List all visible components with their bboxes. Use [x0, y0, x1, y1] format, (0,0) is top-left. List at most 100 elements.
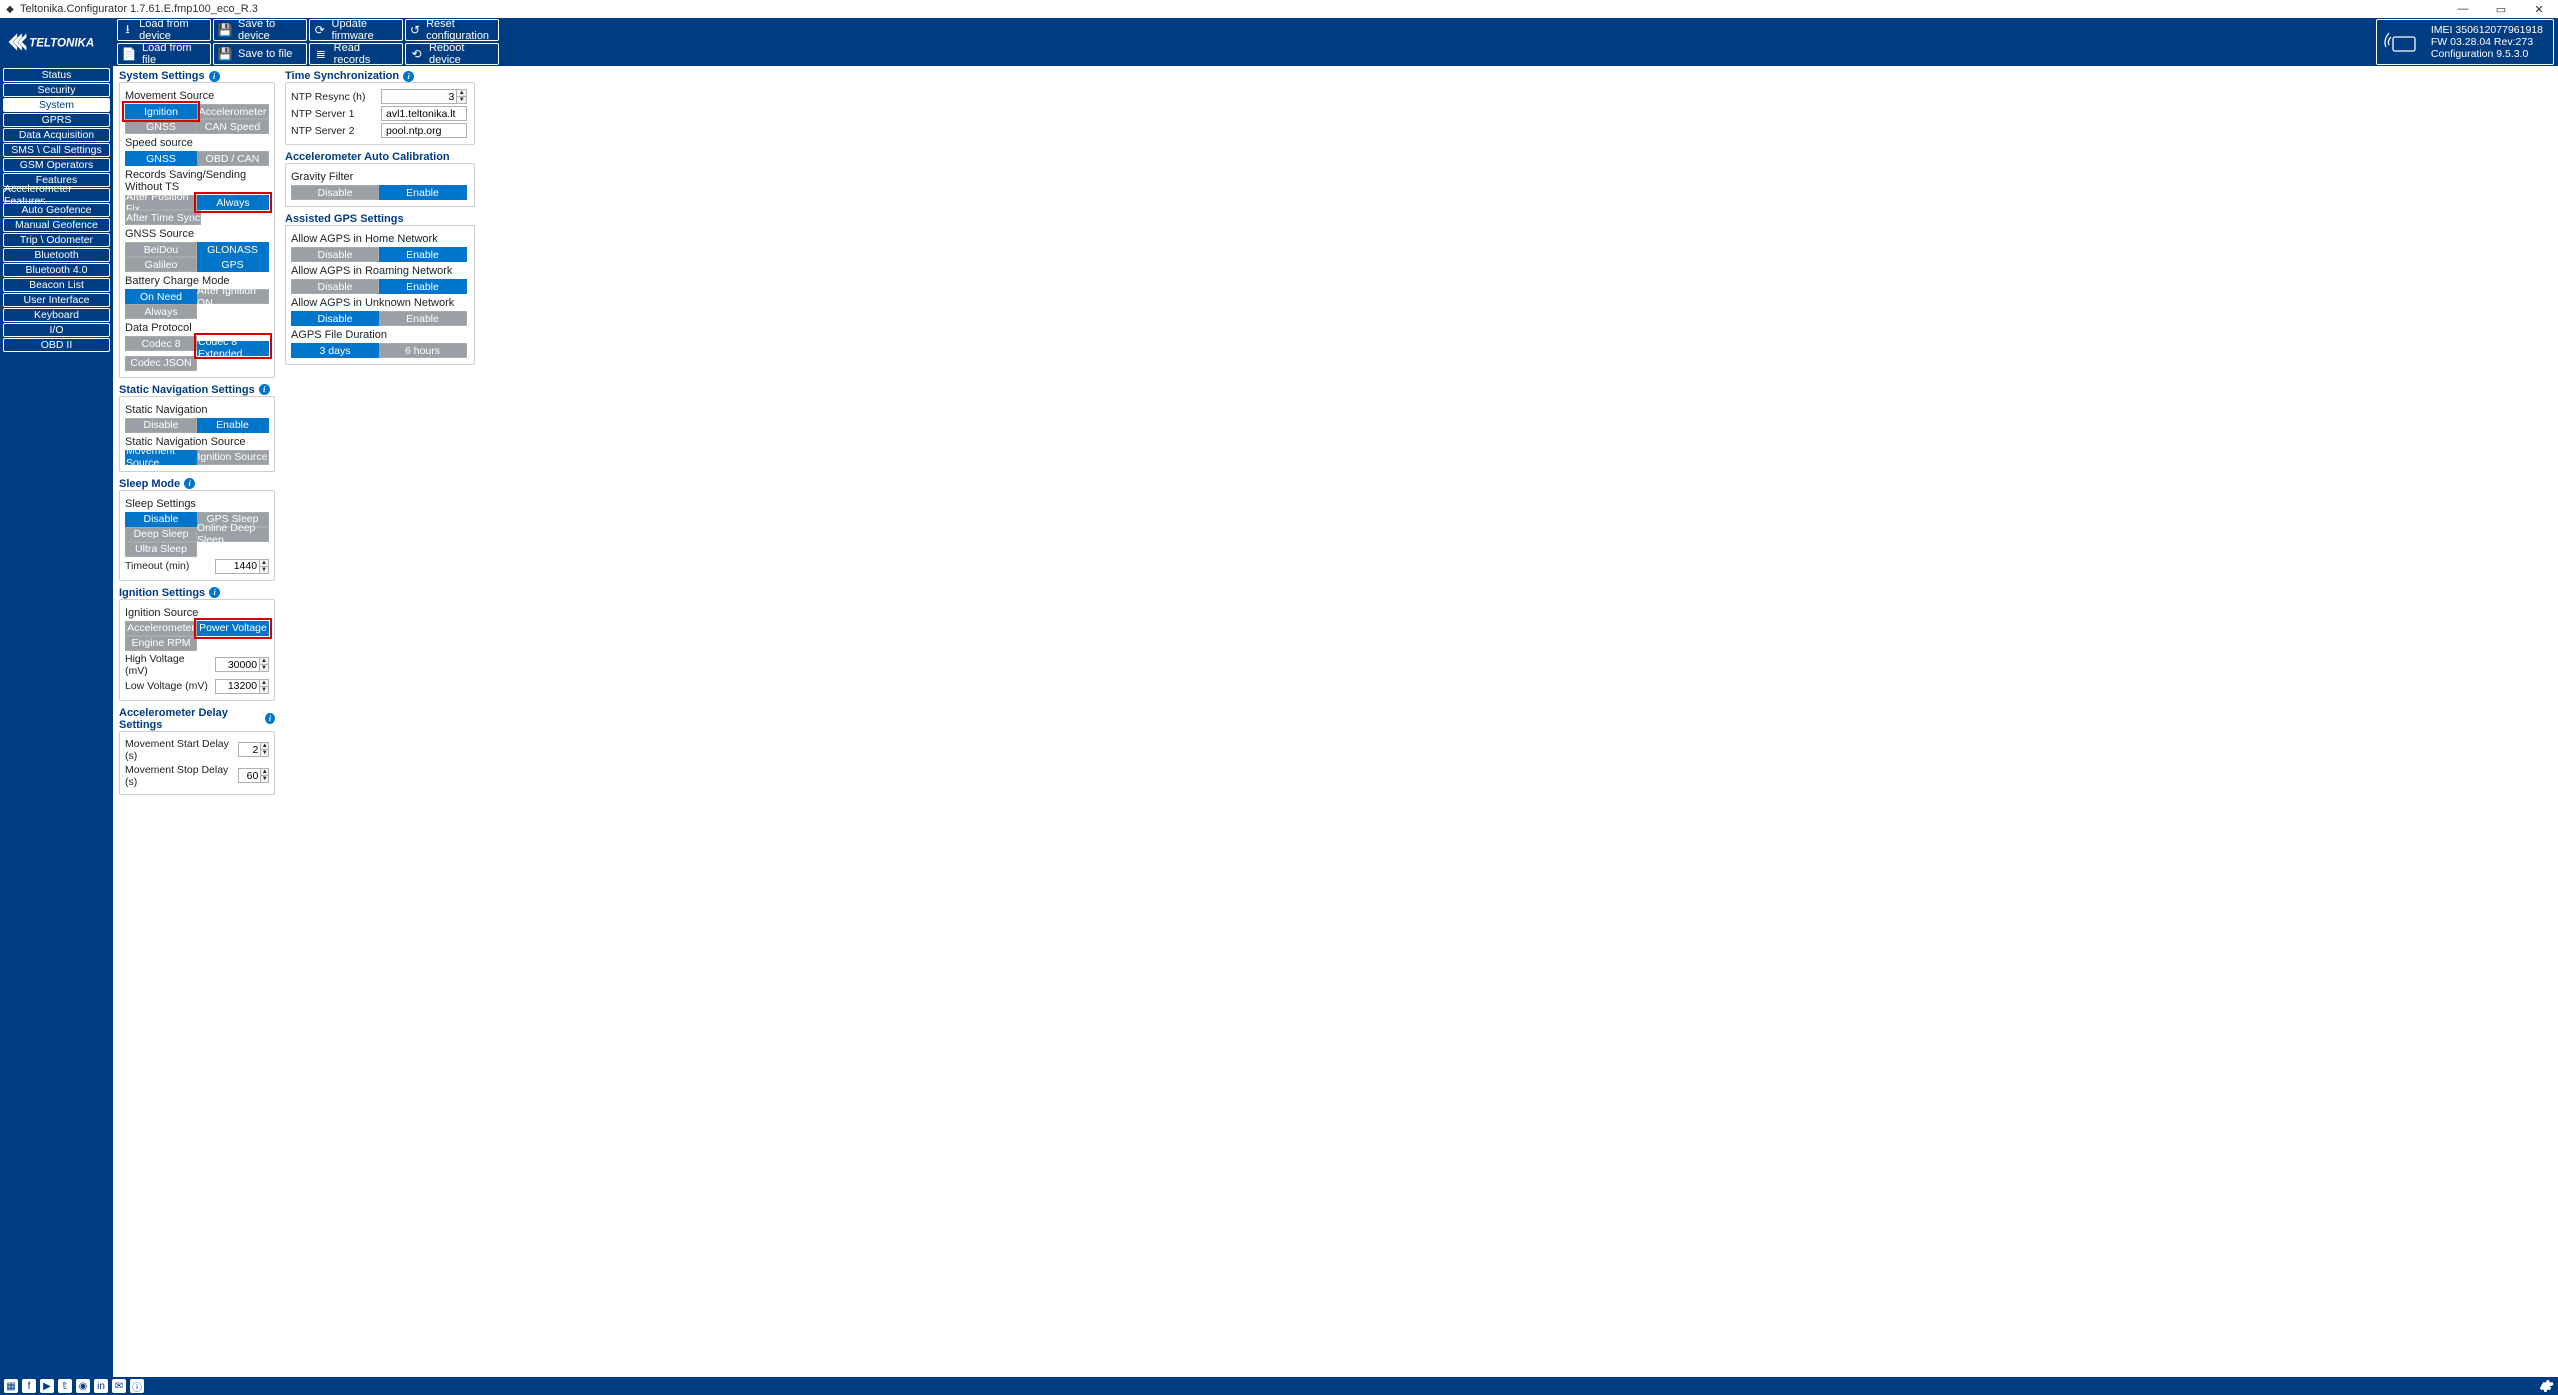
codec-json[interactable]: Codec JSON	[125, 356, 197, 371]
gear-icon[interactable]	[2538, 1378, 2554, 1394]
agps-6hours[interactable]: 6 hours	[379, 343, 467, 358]
toolbar-btn-load-from-file[interactable]: 📄Load from file	[117, 43, 211, 65]
spinner-down-icon[interactable]: ▼	[260, 750, 268, 756]
static-nav-src-ignition[interactable]: Ignition Source	[197, 450, 269, 465]
info-icon[interactable]: i	[403, 71, 414, 82]
agps-unknown-disable[interactable]: Disable	[291, 311, 379, 326]
codec8[interactable]: Codec 8	[125, 336, 197, 351]
sleep-deep[interactable]: Deep Sleep	[125, 527, 197, 542]
info-icon[interactable]: i	[259, 384, 270, 395]
info-icon[interactable]: i	[209, 71, 220, 82]
agps-roam-disable[interactable]: Disable	[291, 279, 379, 294]
agps-roam-enable[interactable]: Enable	[379, 279, 467, 294]
sidebar-item-sms-call-settings[interactable]: SMS \ Call Settings	[3, 143, 110, 157]
sidebar-item-manual-geofence[interactable]: Manual Geofence	[3, 218, 110, 232]
toolbar-btn-update-firmware[interactable]: ⟳Update firmware	[309, 19, 403, 41]
sleep-disable[interactable]: Disable	[125, 512, 197, 527]
camera-icon[interactable]: ◉	[76, 1379, 90, 1393]
twitter-icon[interactable]: 𝕥	[58, 1379, 72, 1393]
high-voltage-input[interactable]: ▲▼	[215, 657, 269, 672]
close-button[interactable]: ✕	[2520, 0, 2558, 18]
spinner-up-icon[interactable]: ▲	[260, 769, 268, 776]
toolbar-btn-load-from-device[interactable]: ⭳Load from device	[117, 19, 211, 41]
movement-stop-delay-input[interactable]: ▲▼	[238, 768, 269, 783]
sidebar-item-status[interactable]: Status	[3, 68, 110, 82]
ntp-server2-input[interactable]	[381, 123, 467, 138]
minimize-button[interactable]: —	[2444, 0, 2482, 18]
movement-source-can-speed[interactable]: CAN Speed	[197, 119, 269, 134]
toolbar-btn-save-to-file[interactable]: 💾Save to file	[213, 43, 307, 65]
agps-3days[interactable]: 3 days	[291, 343, 379, 358]
spinner-down-icon[interactable]: ▼	[456, 97, 466, 103]
maximize-button[interactable]: ▭	[2482, 0, 2520, 18]
battery-after-ignition[interactable]: After Ignition ON	[197, 289, 269, 304]
gravity-filter-enable[interactable]: Enable	[379, 185, 467, 200]
sidebar-item-obd-ii[interactable]: OBD II	[3, 338, 110, 352]
agps-home-disable[interactable]: Disable	[291, 247, 379, 262]
sleep-ultra[interactable]: Ultra Sleep	[125, 542, 197, 557]
youtube-icon[interactable]: ▶	[40, 1379, 54, 1393]
sidebar-item-gsm-operators[interactable]: GSM Operators	[3, 158, 110, 172]
codec8-extended[interactable]: Codec 8 Extended	[197, 341, 269, 356]
ntp-server1-input[interactable]	[381, 106, 467, 121]
sidebar-item-user-interface[interactable]: User Interface	[3, 293, 110, 307]
agps-unknown-enable[interactable]: Enable	[379, 311, 467, 326]
sidebar-item-data-acquisition[interactable]: Data Acquisition	[3, 128, 110, 142]
ntp-resync-input[interactable]: ▲▼	[381, 89, 467, 104]
spinner-up-icon[interactable]: ▲	[259, 658, 268, 665]
ignition-power-voltage[interactable]: Power Voltage	[197, 621, 269, 636]
spinner-down-icon[interactable]: ▼	[259, 665, 268, 671]
movement-source-ignition[interactable]: Ignition	[125, 104, 197, 119]
spinner-down-icon[interactable]: ▼	[260, 776, 268, 782]
battery-on-need[interactable]: On Need	[125, 289, 197, 304]
sidebar-item-auto-geofence[interactable]: Auto Geofence	[3, 203, 110, 217]
info-icon[interactable]: i	[209, 587, 220, 598]
chat-icon[interactable]: ✉	[112, 1379, 126, 1393]
sidebar-item-gprs[interactable]: GPRS	[3, 113, 110, 127]
battery-always[interactable]: Always	[125, 304, 197, 319]
ignition-accelerometer[interactable]: Accelerometer	[125, 621, 197, 636]
static-nav-disable[interactable]: Disable	[125, 418, 197, 433]
gnss-gps[interactable]: GPS	[197, 257, 269, 272]
linkedin-icon[interactable]: in	[94, 1379, 108, 1393]
gnss-glonass[interactable]: GLONASS	[197, 242, 269, 257]
spinner-down-icon[interactable]: ▼	[259, 567, 268, 573]
gravity-filter-disable[interactable]: Disable	[291, 185, 379, 200]
agps-home-enable[interactable]: Enable	[379, 247, 467, 262]
records-always[interactable]: Always	[197, 195, 269, 210]
spinner-up-icon[interactable]: ▲	[259, 560, 268, 567]
info-icon[interactable]: i	[265, 713, 275, 724]
toolbar-btn-reboot-device[interactable]: ⟲Reboot device	[405, 43, 499, 65]
gnss-galileo[interactable]: Galileo	[125, 257, 197, 272]
movement-source-accelerometer[interactable]: Accelerometer	[197, 104, 269, 119]
records-after-position-fix[interactable]: After Position Fix	[125, 195, 197, 210]
gnss-beidou[interactable]: BeiDou	[125, 242, 197, 257]
sleep-online-deep[interactable]: Online Deep Sleep	[197, 527, 269, 542]
speed-source-obd[interactable]: OBD / CAN	[197, 151, 269, 166]
records-after-time-sync[interactable]: After Time Sync	[125, 210, 201, 225]
help-icon[interactable]: ⓘ	[130, 1379, 144, 1393]
movement-start-delay-input[interactable]: ▲▼	[238, 742, 269, 757]
sidebar-item-beacon-list[interactable]: Beacon List	[3, 278, 110, 292]
speed-source-gnss[interactable]: GNSS	[125, 151, 197, 166]
sidebar-item-bluetooth[interactable]: Bluetooth	[3, 248, 110, 262]
movement-source-gnss[interactable]: GNSS	[125, 119, 197, 134]
spinner-up-icon[interactable]: ▲	[260, 743, 268, 750]
sidebar-item-security[interactable]: Security	[3, 83, 110, 97]
spinner-up-icon[interactable]: ▲	[456, 90, 466, 97]
sidebar-item-trip-odometer[interactable]: Trip \ Odometer	[3, 233, 110, 247]
sleep-timeout-input[interactable]: ▲▼	[215, 559, 269, 574]
info-icon[interactable]: i	[184, 478, 195, 489]
static-nav-enable[interactable]: Enable	[197, 418, 269, 433]
sidebar-item-keyboard[interactable]: Keyboard	[3, 308, 110, 322]
spinner-down-icon[interactable]: ▼	[259, 687, 268, 693]
sidebar-item-accelerometer-features[interactable]: Accelerometer Features	[3, 188, 110, 202]
sidebar-item-system[interactable]: System	[3, 98, 110, 112]
facebook-icon[interactable]: f	[22, 1379, 36, 1393]
spinner-up-icon[interactable]: ▲	[259, 680, 268, 687]
sidebar-item-i-o[interactable]: I/O	[3, 323, 110, 337]
static-nav-src-movement[interactable]: Movement Source	[125, 450, 197, 465]
ignition-engine-rpm[interactable]: Engine RPM	[125, 636, 197, 651]
toolbar-btn-save-to-device[interactable]: 💾Save to device	[213, 19, 307, 41]
grid-icon[interactable]: ▦	[4, 1379, 18, 1393]
